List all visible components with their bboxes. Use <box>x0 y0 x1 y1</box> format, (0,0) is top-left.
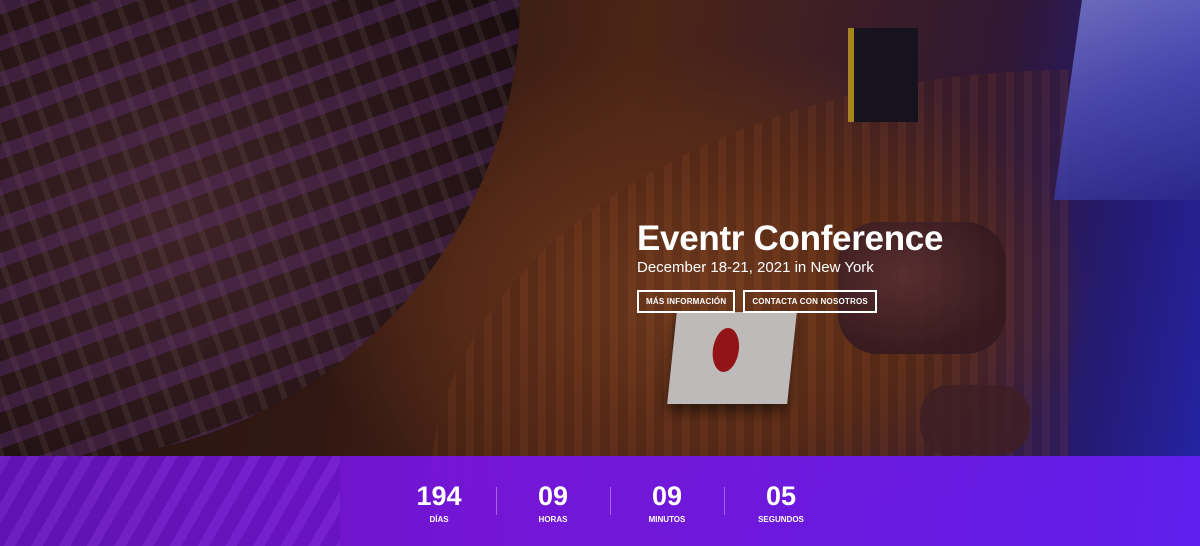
hero-buttons: MÁS INFORMACIÓN CONTACTA CON NOSOTROS <box>637 290 943 313</box>
countdown-hours: 09 HORAS <box>496 481 610 531</box>
more-info-button[interactable]: MÁS INFORMACIÓN <box>637 290 736 313</box>
countdown-value: 09 <box>651 481 683 511</box>
countdown-label: SEGUNDOS <box>758 515 804 524</box>
countdown-seconds: 05 SEGUNDOS <box>724 481 838 531</box>
hero-title-block: Eventr Conference December 18-21, 2021 i… <box>637 220 943 313</box>
countdown-value: 09 <box>537 481 569 511</box>
event-date-location: December 18-21, 2021 in New York <box>637 259 874 276</box>
countdown-value: 194 <box>416 481 462 511</box>
contact-button[interactable]: CONTACTA CON NOSOTROS <box>743 290 877 313</box>
countdown-timer: 194 DÍAS 09 HORAS 09 MINUTOS 05 SEGUNDOS <box>382 481 838 531</box>
hero-section: Eventr Conference December 18-21, 2021 i… <box>0 0 1200 546</box>
countdown-days: 194 DÍAS <box>382 481 496 531</box>
countdown-label: MINUTOS <box>648 515 686 524</box>
countdown-label: DÍAS <box>429 515 449 524</box>
countdown-minutes: 09 MINUTOS <box>610 481 724 531</box>
page-title: Eventr Conference <box>637 219 944 258</box>
countdown-label: HORAS <box>538 515 568 524</box>
countdown-value: 05 <box>765 481 797 511</box>
